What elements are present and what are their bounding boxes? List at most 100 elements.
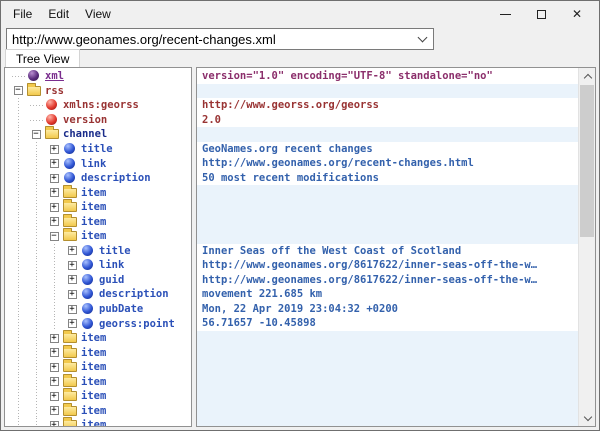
tree-guide-line: [27, 142, 45, 157]
main-split: xml − rss xmlns:georss version − channel + title…: [4, 67, 596, 427]
folder-icon: [27, 86, 41, 96]
tree-node-label[interactable]: item: [81, 419, 106, 427]
menu-view[interactable]: View: [77, 3, 119, 25]
tree-node-label[interactable]: title: [99, 245, 131, 257]
value-row: GeoNames.org recent changes: [197, 142, 578, 157]
tree-node-label[interactable]: xml: [45, 70, 64, 82]
tree-node-label[interactable]: item: [81, 332, 106, 344]
value-panel[interactable]: version="1.0" encoding="UTF-8" standalon…: [196, 67, 596, 427]
expand-icon[interactable]: +: [68, 290, 77, 299]
value-row: [197, 374, 578, 389]
xml-tree-panel[interactable]: xml − rss xmlns:georss version − channel + title…: [4, 67, 192, 427]
tree-node-label[interactable]: georss:point: [99, 318, 175, 330]
expand-icon[interactable]: +: [50, 348, 59, 357]
folder-icon: [63, 333, 77, 343]
tree-node-label[interactable]: guid: [99, 274, 124, 286]
vertical-scrollbar[interactable]: [578, 68, 595, 426]
tree-guide-line: [27, 273, 45, 288]
tree-guide-line: [9, 127, 27, 142]
expand-icon[interactable]: +: [68, 319, 77, 328]
tree-expander-cell: +: [45, 185, 63, 200]
scroll-up-button[interactable]: [579, 68, 596, 84]
expand-icon[interactable]: +: [68, 246, 77, 255]
expand-icon[interactable]: +: [50, 363, 59, 372]
menu-file[interactable]: File: [5, 3, 40, 25]
tree-node-label[interactable]: xmlns:georss: [63, 99, 139, 111]
value-row: [197, 389, 578, 404]
value-rows: version="1.0" encoding="UTF-8" standalon…: [197, 69, 578, 427]
tree-node-label[interactable]: item: [81, 187, 106, 199]
url-input[interactable]: http://www.geonames.org/recent-changes.x…: [7, 32, 411, 47]
tree-node-label[interactable]: item: [81, 347, 106, 359]
menu-edit[interactable]: Edit: [40, 3, 77, 25]
expand-icon[interactable]: +: [50, 217, 59, 226]
url-dropdown-button[interactable]: [411, 29, 433, 49]
tree-expander-cell: +: [45, 418, 63, 427]
scroll-down-button[interactable]: [579, 410, 596, 426]
tree-node-label[interactable]: item: [81, 361, 106, 373]
expand-icon[interactable]: +: [68, 261, 77, 270]
tree-node-label[interactable]: description: [81, 172, 151, 184]
tree-node-label[interactable]: item: [81, 216, 106, 228]
expand-icon[interactable]: +: [50, 174, 59, 183]
tree-node-label[interactable]: channel: [63, 128, 107, 140]
tree-node-label[interactable]: title: [81, 143, 113, 155]
node-value: Mon, 22 Apr 2019 23:04:32 +0200: [202, 303, 398, 315]
tree-row: + item: [5, 418, 191, 427]
node-value: 2.0: [202, 114, 221, 126]
maximize-button[interactable]: [523, 2, 559, 26]
node-icon-cell: [45, 128, 60, 140]
tree-guide-line: [9, 142, 27, 157]
tree-guide-line: [27, 331, 45, 346]
url-combobox[interactable]: http://www.geonames.org/recent-changes.x…: [6, 28, 434, 50]
tree-node-label[interactable]: item: [81, 376, 106, 388]
tree-node-label[interactable]: item: [81, 230, 106, 242]
tree-expander-cell: +: [45, 214, 63, 229]
collapse-icon[interactable]: −: [14, 86, 23, 95]
expand-icon[interactable]: +: [50, 145, 59, 154]
expand-icon[interactable]: +: [50, 203, 59, 212]
node-icon-cell: [63, 332, 78, 344]
expand-icon[interactable]: +: [68, 275, 77, 284]
collapse-icon[interactable]: −: [32, 130, 41, 139]
tree-row: + title: [5, 142, 191, 157]
minimize-button[interactable]: [487, 2, 523, 26]
expand-icon[interactable]: +: [50, 406, 59, 415]
tree-guide-line: [27, 200, 45, 215]
scrollbar-thumb[interactable]: [580, 85, 594, 237]
element-icon: [82, 288, 93, 299]
value-row: Mon, 22 Apr 2019 23:04:32 +0200: [197, 302, 578, 317]
expand-icon[interactable]: +: [50, 188, 59, 197]
tree-expander-cell: +: [63, 302, 81, 317]
node-icon-cell: [81, 259, 96, 271]
value-row: [197, 418, 578, 427]
expand-icon[interactable]: +: [50, 334, 59, 343]
tab-tree-view[interactable]: Tree View: [5, 49, 80, 67]
tree-node-label[interactable]: description: [99, 288, 169, 300]
expand-icon[interactable]: +: [50, 392, 59, 401]
tree-row: version: [5, 113, 191, 128]
node-icon-cell: [63, 347, 78, 359]
folder-icon: [63, 377, 77, 387]
tree-guide-line: [27, 374, 45, 389]
expand-icon[interactable]: +: [50, 159, 59, 168]
node-icon-cell: [63, 201, 78, 213]
tree-node-label[interactable]: pubDate: [99, 303, 143, 315]
tree-node-label[interactable]: item: [81, 201, 106, 213]
tree-guide-line: [9, 418, 27, 427]
tree-row: + georss:point: [5, 316, 191, 331]
tree-node-label[interactable]: link: [81, 158, 106, 170]
close-button[interactable]: ✕: [559, 2, 595, 26]
tree-row: + item: [5, 374, 191, 389]
tree-node-label[interactable]: version: [63, 114, 107, 126]
collapse-icon[interactable]: −: [50, 232, 59, 241]
element-icon: [82, 274, 93, 285]
expand-icon[interactable]: +: [68, 305, 77, 314]
tree-node-label[interactable]: item: [81, 405, 106, 417]
tree-row: xml: [5, 69, 191, 84]
expand-icon[interactable]: +: [50, 421, 59, 427]
tree-node-label[interactable]: link: [99, 259, 124, 271]
tree-node-label[interactable]: rss: [45, 85, 64, 97]
expand-icon[interactable]: +: [50, 377, 59, 386]
tree-node-label[interactable]: item: [81, 390, 106, 402]
